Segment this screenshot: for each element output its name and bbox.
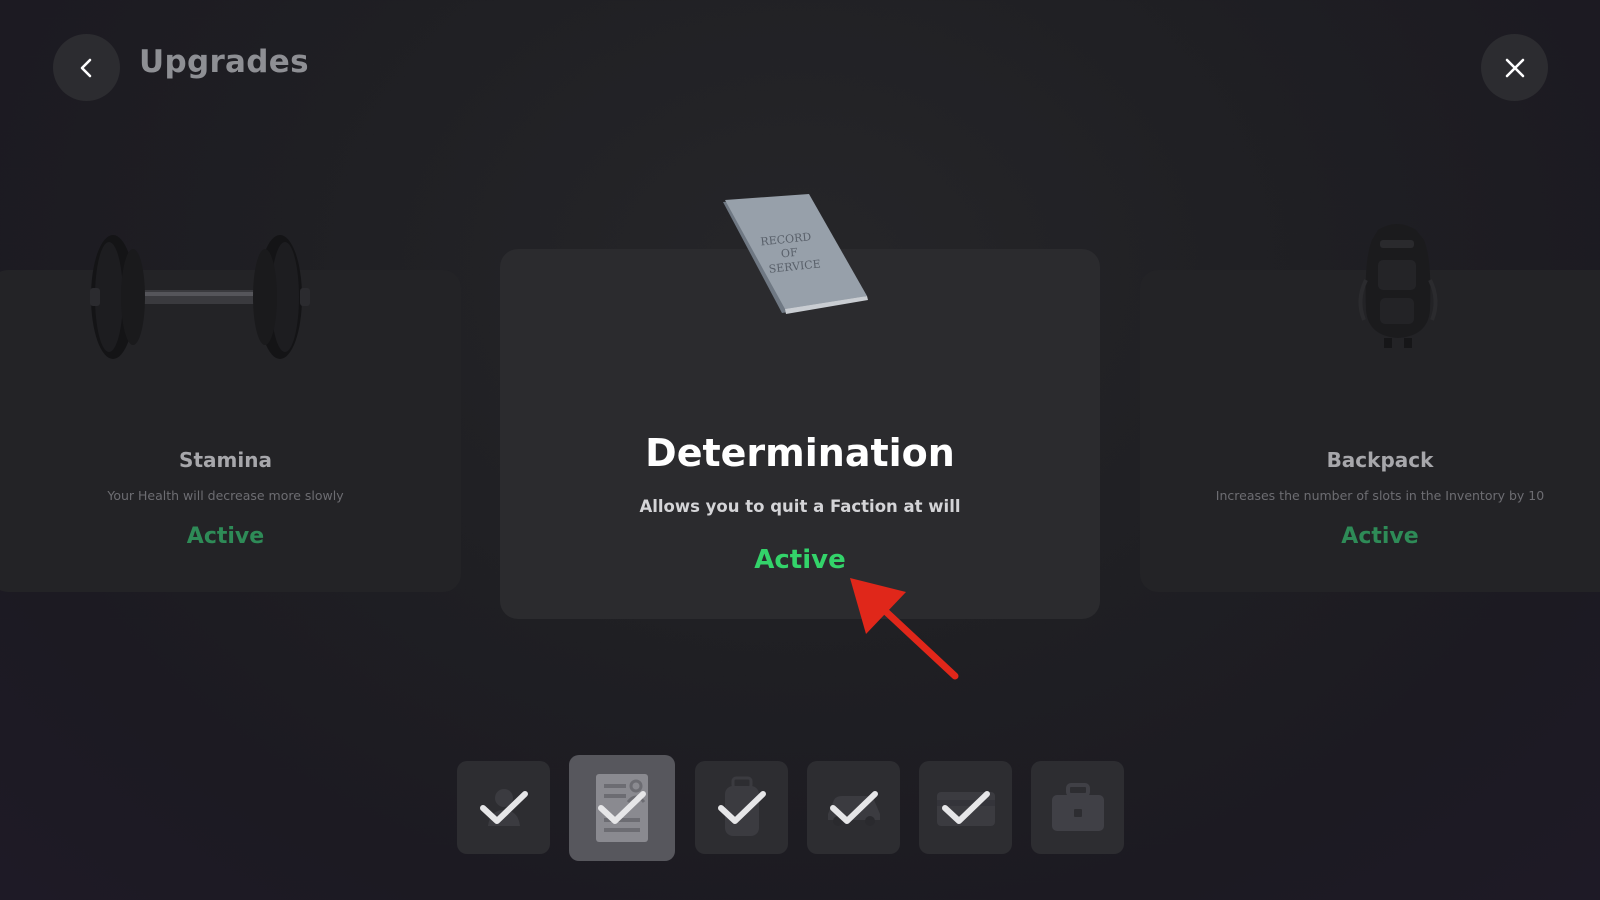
upgrade-status: Active (186, 524, 265, 549)
checkmark-icon (479, 790, 528, 824)
upgrade-status: Active (754, 545, 846, 575)
svg-text:OF: OF (780, 246, 798, 261)
close-button[interactable] (1481, 34, 1548, 101)
upgrade-thumb-determination[interactable] (569, 755, 675, 861)
upgrade-name: Backpack (1326, 448, 1434, 472)
briefcase-icon (1051, 782, 1104, 831)
checkmark-icon (941, 790, 990, 824)
backpack-image (1358, 224, 1438, 348)
upgrade-name: Determination (645, 431, 955, 475)
checkmark-icon (598, 791, 646, 824)
upgrade-status: Active (1341, 524, 1419, 549)
upgrade-thumb-stamina[interactable] (457, 761, 550, 854)
upgrade-thumb-vehicle[interactable] (807, 761, 900, 854)
annotation-arrow-icon (850, 578, 959, 680)
page-title: Upgrades (139, 44, 309, 80)
upgrade-thumb-card[interactable] (919, 761, 1012, 854)
upgrade-thumb-briefcase[interactable] (1031, 761, 1124, 854)
checkmark-icon (717, 790, 766, 824)
upgrade-name: Stamina (179, 448, 272, 472)
upgrade-description: Allows you to quit a Faction at will (639, 497, 961, 516)
record-of-service-image: RECORD OF SERVICE (723, 194, 868, 314)
dumbbell-image (90, 235, 310, 359)
back-button[interactable] (53, 34, 120, 101)
upgrade-thumb-backpack[interactable] (695, 761, 788, 854)
checkmark-icon (829, 790, 878, 824)
close-icon (1505, 58, 1524, 77)
upgrade-description: Your Health will decrease more slowly (107, 488, 344, 503)
chevron-left-icon (80, 58, 91, 77)
upgrade-description: Increases the number of slots in the Inv… (1215, 488, 1545, 503)
